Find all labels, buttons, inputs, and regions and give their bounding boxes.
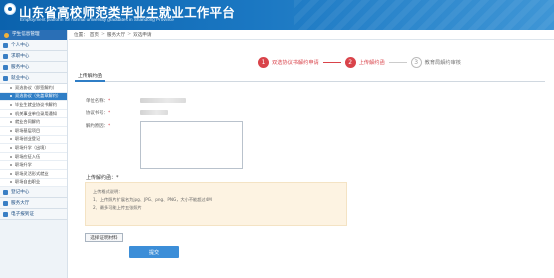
protocol-number-label: 协议书号：*	[86, 111, 111, 116]
tab-upload-termination-letter[interactable]: 上传解约函	[75, 72, 105, 82]
hall-icon	[3, 200, 8, 206]
unit-name-label: 单位名称：*	[86, 99, 111, 104]
sidebar: 学生信息管理 个人中心 求职中心 服务中心 就业中心 双选协议（即签解约） 双选…	[0, 30, 68, 278]
breadcrumb: 位置： 首页 > 服务大厅 > 双选申请	[69, 30, 554, 40]
breadcrumb-home[interactable]: 首页	[90, 32, 99, 38]
sidebar-header-label: 学生信息管理	[12, 32, 40, 37]
upload-hint-box: 上传格式说明： 1、上传照片扩展名为jpg、JPG、png、PNG，大小不能超过…	[85, 182, 347, 226]
unit-name-label-text: 单位名称：	[86, 99, 108, 104]
submit-button[interactable]: 提交	[129, 246, 179, 258]
sidebar-subitem[interactable]: 机关事业单位录用通知	[0, 109, 67, 119]
sidebar-item-employment-center[interactable]: 就业中心	[0, 73, 67, 84]
home-icon	[3, 42, 8, 48]
sidebar-subitem[interactable]: 就业合同解约	[0, 118, 67, 127]
termination-reason-label-text: 解约原因：	[86, 124, 108, 129]
upload-section-title-text: 上传解约函：	[86, 175, 117, 181]
sidebar-item-label: 就业中心	[11, 76, 30, 81]
sidebar-subitem[interactable]: 职场应征入伍	[0, 152, 67, 162]
termination-reason-textarea[interactable]	[140, 121, 243, 169]
progress-steps: 1 双选协议书解约申请 2 上传解约函 3 教育局解约审核	[258, 55, 461, 69]
upload-section-title: 上传解约函：*	[86, 175, 119, 181]
sidebar-item-personal-center[interactable]: 个人中心	[0, 40, 67, 51]
hint-line: 2、最多可能上传五张照片	[93, 205, 142, 210]
sidebar-subitem[interactable]: 职场创业登记	[0, 135, 67, 145]
sidebar-subitem[interactable]: 双选协议（即签解约）	[0, 84, 67, 93]
briefcase-icon	[3, 53, 8, 59]
breadcrumb-service-hall[interactable]: 服务大厅	[107, 32, 125, 38]
sidebar-item-label: 登记中心	[11, 190, 30, 196]
sidebar-subitem[interactable]: 职场基层项目	[0, 126, 67, 136]
sidebar-subitem-active[interactable]: 双选协议（先盖章解约）	[0, 92, 67, 102]
protocol-number-label-text: 协议书号：	[86, 111, 108, 116]
sidebar-subitem[interactable]: 职场灵活形式就业	[0, 169, 67, 179]
breadcrumb-prefix: 位置：	[74, 32, 88, 38]
step-3-number: 3	[410, 56, 422, 68]
sidebar-item-label: 服务大厅	[11, 201, 30, 207]
sidebar-item-service-hall[interactable]: 服务大厅	[0, 198, 67, 210]
sidebar-item-job-center[interactable]: 求职中心	[0, 51, 67, 62]
sidebar-subitem[interactable]: 毕业生就业协议书解约	[0, 101, 67, 110]
sidebar-subitem[interactable]: 职场升学	[0, 161, 67, 170]
step-2-number: 2	[344, 56, 356, 68]
breadcrumb-current: 双选申请	[133, 32, 152, 38]
sidebar-item-service-center[interactable]: 服务中心	[0, 62, 67, 73]
select-proof-button[interactable]: 选择证明材料	[85, 233, 123, 242]
hint-line: 1、上传照片扩展名为jpg、JPG、png、PNG，大小不能超过4M	[93, 197, 212, 202]
site-logo	[4, 3, 16, 15]
breadcrumb-separator: >	[127, 32, 132, 37]
employment-icon	[3, 75, 8, 81]
step-3-label: 教育局解约审核	[424, 59, 461, 66]
header-decoration	[294, 0, 554, 30]
user-icon	[4, 32, 9, 38]
termination-reason-label: 解约原因：*	[86, 124, 111, 129]
sidebar-item-label: 电子报到证	[11, 212, 34, 218]
site-header: 山东省高校师范类毕业生就业工作平台 Employment platform fo…	[0, 0, 554, 30]
sidebar-item-e-report-card[interactable]: 电子报到证	[0, 209, 67, 221]
breadcrumb-separator: >	[101, 32, 105, 37]
sidebar-item-registration-center[interactable]: 登记中心	[0, 187, 67, 199]
step-1-label: 双选协议书解约申请	[272, 59, 319, 66]
hint-line: 上传格式说明：	[93, 189, 123, 194]
step-1-number: 1	[258, 56, 269, 68]
sidebar-item-label: 求职中心	[11, 54, 30, 59]
document-icon	[3, 211, 8, 217]
register-icon	[3, 189, 8, 195]
unit-name-value-redacted	[140, 98, 186, 103]
site-subtitle: Employment platform for normal universit…	[20, 17, 174, 22]
step-2-label: 上传解约函	[358, 59, 385, 66]
sidebar-subitem[interactable]: 职场升学（出境）	[0, 144, 67, 153]
sidebar-item-label: 服务中心	[11, 65, 30, 70]
sidebar-subitem[interactable]: 职场自由职业	[0, 178, 67, 188]
step-connector	[388, 61, 407, 63]
step-connector	[322, 61, 341, 63]
protocol-number-value-redacted	[140, 110, 168, 115]
service-icon	[3, 64, 8, 70]
sidebar-item-label: 个人中心	[11, 43, 30, 48]
tab-bar: 上传解约函	[75, 72, 545, 82]
sidebar-header[interactable]: 学生信息管理	[0, 30, 67, 40]
